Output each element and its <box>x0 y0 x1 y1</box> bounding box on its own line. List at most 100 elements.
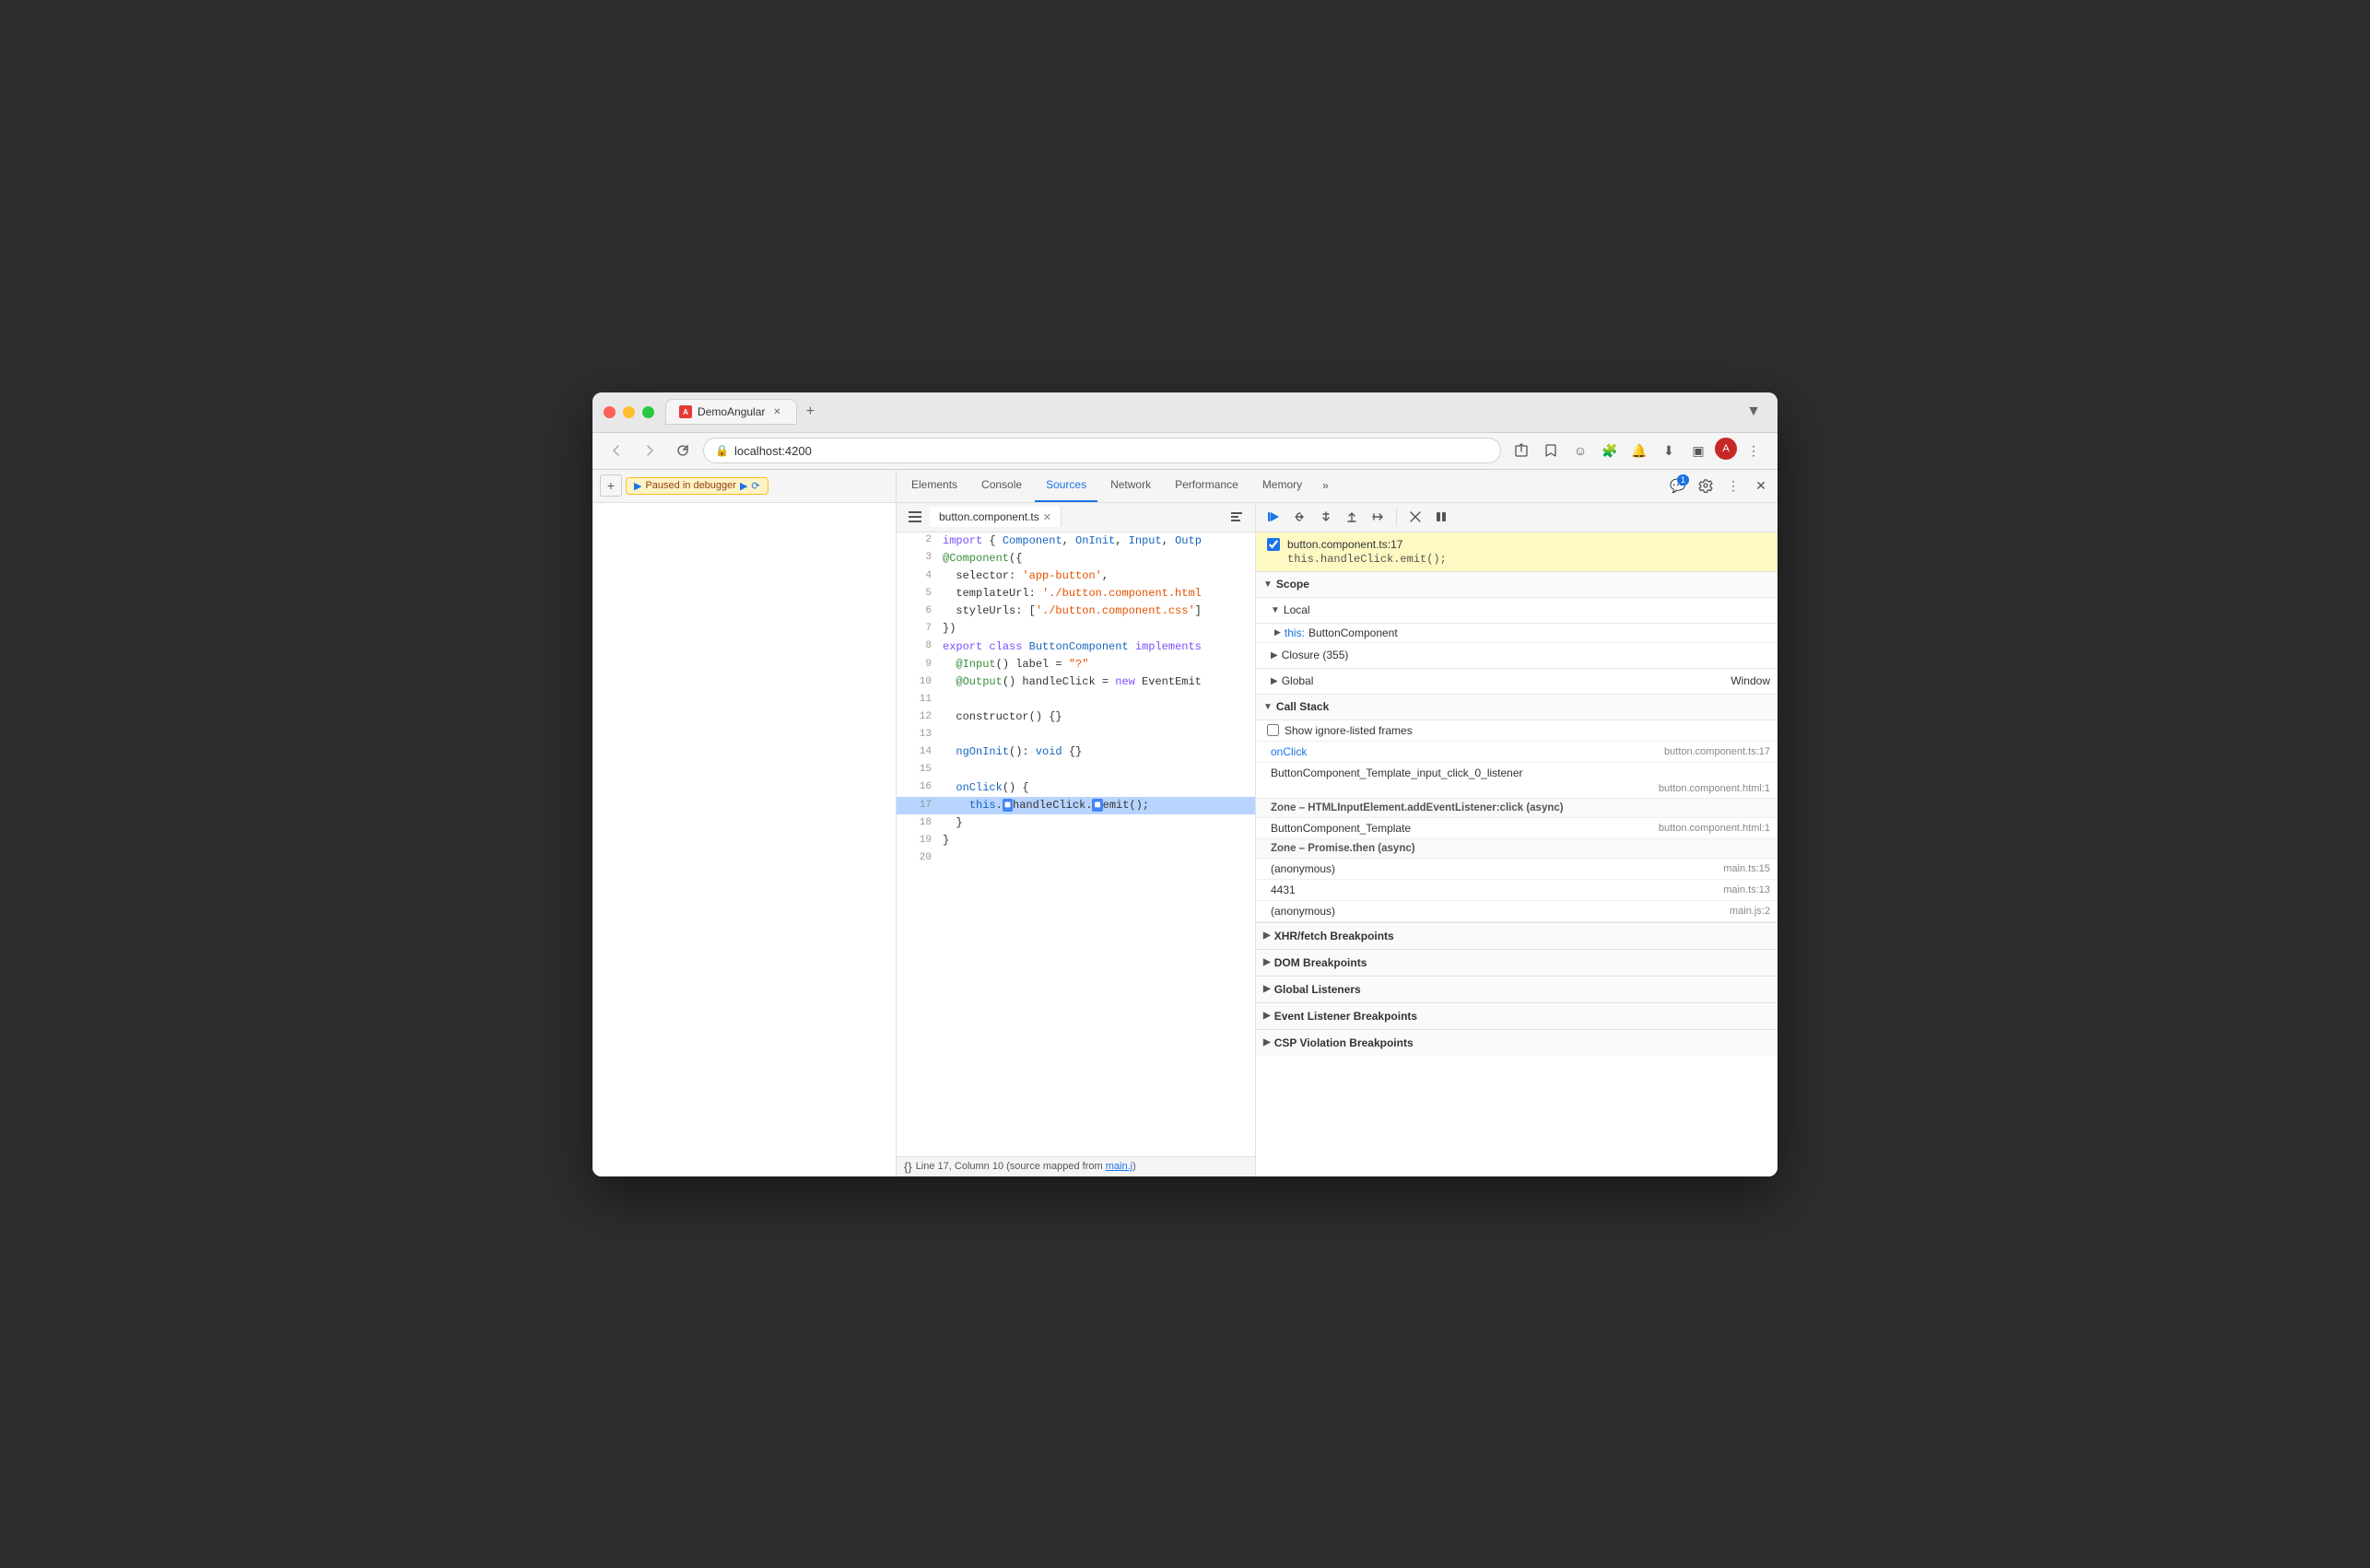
more-tabs-btn[interactable]: » <box>1315 475 1336 496</box>
code-line: 19 } <box>897 832 1255 849</box>
new-tab-btn[interactable]: + <box>797 399 823 425</box>
tab-close-btn[interactable]: ✕ <box>770 405 783 418</box>
back-btn[interactable] <box>604 438 629 463</box>
close-tl[interactable] <box>604 406 616 418</box>
local-scope-header[interactable]: ▼ Local <box>1256 598 1778 624</box>
pretty-print-icon[interactable]: {} <box>904 1160 912 1174</box>
page-toolbar: + ▶ Paused in debugger ▶ ⟳ <box>592 470 896 503</box>
devtools-settings-btn[interactable] <box>1693 473 1719 498</box>
code-line: 15 <box>897 762 1255 779</box>
dom-breakpoints-header[interactable]: ▶ DOM Breakpoints <box>1256 950 1778 976</box>
tab-network[interactable]: Network <box>1099 470 1162 503</box>
breakpoint-checkbox[interactable] <box>1267 538 1280 551</box>
global-listeners-section: ▶ Global Listeners <box>1256 976 1778 1002</box>
extensions-btn[interactable]: 🧩 <box>1597 438 1623 463</box>
cs-fn-onclick: onClick <box>1271 745 1307 758</box>
file-tab-close-btn[interactable]: ✕ <box>1043 511 1051 523</box>
add-source-btn[interactable]: + <box>600 474 622 497</box>
show-navigator-btn[interactable] <box>904 506 926 528</box>
step-over-btn[interactable] <box>1289 506 1311 528</box>
profile-avatar[interactable]: A <box>1715 438 1737 460</box>
scope-val: ButtonComponent <box>1308 626 1398 639</box>
call-stack-anonymous1[interactable]: (anonymous) main.ts:15 <box>1256 859 1778 880</box>
xhr-breakpoints-label: XHR/fetch Breakpoints <box>1274 930 1394 942</box>
share-btn[interactable] <box>1508 438 1534 463</box>
url-bar[interactable]: 🔒 localhost:4200 <box>703 438 1501 463</box>
code-line: 13 <box>897 726 1255 743</box>
file-tab-button[interactable]: button.component.ts ✕ <box>930 507 1062 527</box>
global-listeners-header[interactable]: ▶ Global Listeners <box>1256 977 1778 1002</box>
devtools-close-btn[interactable]: ✕ <box>1748 473 1774 498</box>
scope-header[interactable]: ▼ Scope <box>1256 572 1778 598</box>
profiles-btn[interactable]: ☺ <box>1567 438 1593 463</box>
step-over-icon[interactable]: ⟳ <box>751 480 759 492</box>
toolbar-divider <box>1396 508 1397 526</box>
minimize-tl[interactable] <box>623 406 635 418</box>
zone-separator-1: Zone – HTMLInputElement.addEventListener… <box>1256 799 1778 818</box>
status-link[interactable]: main.j <box>1106 1161 1132 1172</box>
tab-memory[interactable]: Memory <box>1251 470 1313 503</box>
call-stack-arrow-icon: ▼ <box>1263 702 1273 712</box>
forward-btn[interactable] <box>637 438 663 463</box>
code-line: 3 @Component({ <box>897 550 1255 568</box>
call-stack-button-template[interactable]: ButtonComponent_Template button.componen… <box>1256 818 1778 839</box>
reload-btn[interactable] <box>670 438 696 463</box>
code-line: 11 <box>897 691 1255 708</box>
tab-expand-btn[interactable]: ▼ <box>1741 399 1766 425</box>
global-listeners-arrow-icon: ▶ <box>1263 984 1271 994</box>
bookmark-btn[interactable] <box>1538 438 1564 463</box>
call-stack-anonymous2[interactable]: (anonymous) main.js:2 <box>1256 901 1778 922</box>
closure-label: Closure (355) <box>1282 649 1349 661</box>
step-into-btn[interactable] <box>1315 506 1337 528</box>
status-text: Line 17, Column 10 (source mapped from m… <box>916 1161 1136 1172</box>
downloads-btn[interactable]: ⬇ <box>1656 438 1682 463</box>
devtools-inner: button.component.ts ✕ 2 import { Compone… <box>897 503 1778 1176</box>
show-ignore-item: Show ignore-listed frames <box>1256 720 1778 742</box>
global-header[interactable]: ▶ Global Window <box>1256 669 1778 695</box>
step-out-btn[interactable] <box>1341 506 1363 528</box>
csp-header[interactable]: ▶ CSP Violation Breakpoints <box>1256 1030 1778 1056</box>
step-btn[interactable] <box>1367 506 1389 528</box>
call-stack-4431[interactable]: 4431 main.ts:13 <box>1256 880 1778 901</box>
cs-file-4431: main.ts:13 <box>1723 884 1770 895</box>
xhr-breakpoints-header[interactable]: ▶ XHR/fetch Breakpoints <box>1256 923 1778 949</box>
scope-key: this: <box>1285 626 1305 639</box>
xhr-breakpoints-section: ▶ XHR/fetch Breakpoints <box>1256 922 1778 949</box>
global-val: Window <box>1731 674 1770 687</box>
call-stack-template-listener[interactable]: ButtonComponent_Template_input_click_0_l… <box>1256 763 1778 799</box>
pause-exceptions-btn[interactable] <box>1430 506 1452 528</box>
deactivate-btn[interactable] <box>1404 506 1426 528</box>
event-listeners-label: Event Listener Breakpoints <box>1274 1010 1417 1023</box>
tab-sources[interactable]: Sources <box>1035 470 1097 503</box>
cs-file-template: button.component.html:1 <box>1659 783 1770 794</box>
maximize-tl[interactable] <box>642 406 654 418</box>
tab-elements[interactable]: Elements <box>900 470 968 503</box>
event-listeners-header[interactable]: ▶ Event Listener Breakpoints <box>1256 1003 1778 1029</box>
sidebar-btn[interactable]: ▣ <box>1685 438 1711 463</box>
tab-console[interactable]: Console <box>970 470 1033 503</box>
devtools-more-btn[interactable]: ⋮ <box>1720 473 1746 498</box>
event-listeners-section: ▶ Event Listener Breakpoints <box>1256 1002 1778 1029</box>
csp-label: CSP Violation Breakpoints <box>1274 1036 1414 1049</box>
ignore-listed-checkbox[interactable] <box>1267 724 1279 736</box>
dom-breakpoints-section: ▶ DOM Breakpoints <box>1256 949 1778 976</box>
file-tab-name: button.component.ts <box>939 510 1039 523</box>
more-menu-btn[interactable]: ⋮ <box>1741 438 1766 463</box>
notification-btn[interactable]: 💬 1 <box>1665 473 1691 498</box>
synced-btn[interactable]: 🔔 <box>1626 438 1652 463</box>
closure-header[interactable]: ▶ Closure (355) <box>1256 643 1778 669</box>
closure-arrow-icon: ▶ <box>1271 650 1278 661</box>
pretty-print-btn[interactable] <box>1226 506 1248 528</box>
scope-this-item[interactable]: ▶ this: ButtonComponent <box>1256 624 1778 643</box>
browser-tab[interactable]: A DemoAngular ✕ <box>665 399 797 425</box>
resume-btn[interactable] <box>1263 506 1285 528</box>
call-stack-onclick[interactable]: onClick button.component.ts:17 <box>1256 742 1778 763</box>
main-content: + ▶ Paused in debugger ▶ ⟳ Elements Cons… <box>592 470 1778 1176</box>
tab-performance[interactable]: Performance <box>1164 470 1250 503</box>
url-lock-icon: 🔒 <box>715 444 729 457</box>
call-stack-header[interactable]: ▼ Call Stack <box>1256 695 1778 720</box>
resume-icon[interactable]: ▶ <box>740 480 747 492</box>
cs-fn-4431: 4431 <box>1271 883 1296 896</box>
nav-bar: 🔒 localhost:4200 ☺ 🧩 🔔 ⬇ ▣ A ⋮ <box>592 433 1778 470</box>
status-bar: {} Line 17, Column 10 (source mapped fro… <box>897 1156 1255 1176</box>
